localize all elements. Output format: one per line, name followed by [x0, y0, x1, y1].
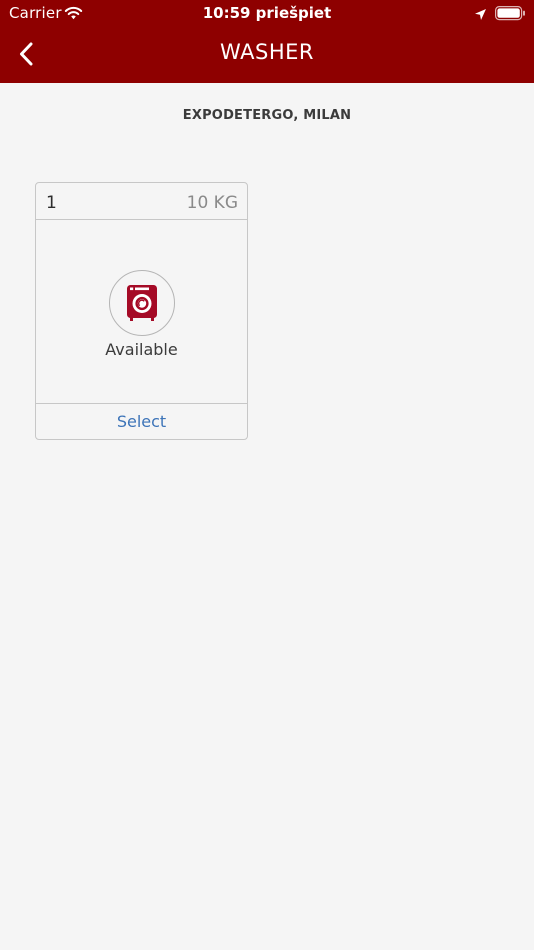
navigation-bar: WASHER [0, 28, 534, 83]
machine-capacity: 10 KG [186, 193, 238, 213]
battery-icon [495, 6, 526, 25]
top-bar: Carrier 10:59 priešpiet WASHER [0, 0, 534, 83]
select-button[interactable]: Select [36, 412, 247, 431]
location-arrow-icon [474, 6, 487, 25]
machine-status: Available [105, 340, 178, 359]
washer-icon [109, 270, 175, 336]
machine-card: 1 10 KG Available Select [35, 182, 248, 440]
machine-card-footer: Select [36, 403, 247, 439]
page-title: WASHER [220, 40, 314, 64]
location-label: EXPODETERGO, MILAN [182, 108, 352, 123]
status-bar: Carrier 10:59 priešpiet [0, 0, 534, 28]
machine-number: 1 [46, 193, 57, 213]
machine-card-header: 1 10 KG [36, 183, 247, 220]
status-time: 10:59 priešpiet [202, 4, 332, 22]
